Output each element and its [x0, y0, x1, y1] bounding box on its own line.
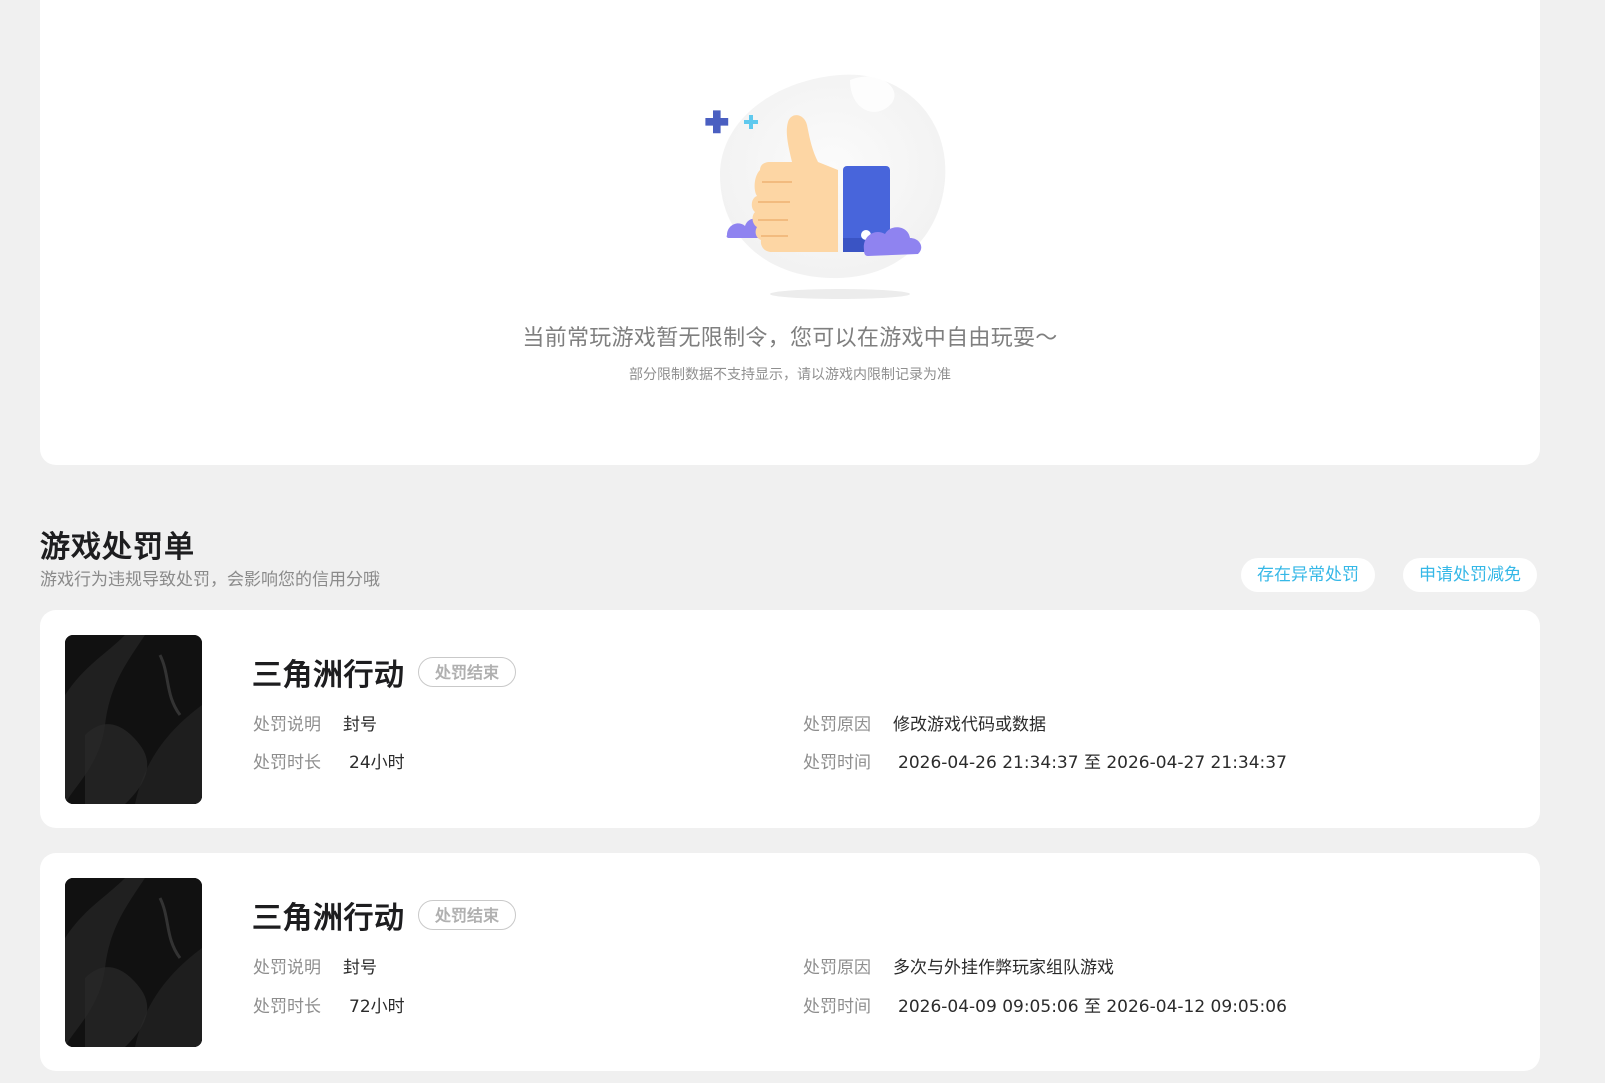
description-value: 封号 — [343, 958, 377, 978]
description-label: 处罚说明 — [253, 715, 321, 735]
duration-value: 72小时 — [349, 997, 405, 1017]
description-value: 封号 — [343, 715, 377, 735]
duration-value: 24小时 — [349, 753, 405, 773]
abnormal-punishment-button[interactable]: 存在异常处罚 — [1241, 558, 1375, 592]
reason-label: 处罚原因 — [803, 715, 871, 735]
game-cover-image — [65, 878, 202, 1047]
empty-state-card: 当前常玩游戏暂无限制令，您可以在游戏中自由玩耍～ 部分限制数据不支持显示，请以游… — [40, 0, 1540, 465]
time-value: 2026-04-26 21:34:37 至 2026-04-27 21:34:3… — [898, 753, 1287, 773]
section-subtitle: 游戏行为违规导致处罚，会影响您的信用分哦 — [40, 570, 380, 590]
time-label: 处罚时间 — [803, 997, 871, 1017]
time-label: 处罚时间 — [803, 753, 871, 773]
duration-label: 处罚时长 — [253, 753, 321, 773]
reason-label: 处罚原因 — [803, 958, 871, 978]
description-label: 处罚说明 — [253, 958, 321, 978]
reason-value: 修改游戏代码或数据 — [893, 715, 1046, 735]
status-badge: 处罚结束 — [418, 657, 517, 687]
time-value: 2026-04-09 09:05:06 至 2026-04-12 09:05:0… — [898, 997, 1287, 1017]
game-name: 三角洲行动 — [252, 901, 405, 936]
game-name: 三角洲行动 — [252, 658, 405, 693]
section-title: 游戏处罚单 — [40, 530, 195, 565]
apply-reduction-button[interactable]: 申请处罚减免 — [1403, 558, 1537, 592]
status-badge: 处罚结束 — [418, 900, 517, 930]
duration-label: 处罚时长 — [253, 997, 321, 1017]
thumbs-up-illustration — [705, 74, 946, 299]
reason-value: 多次与外挂作弊玩家组队游戏 — [893, 958, 1114, 978]
empty-state-title: 当前常玩游戏暂无限制令，您可以在游戏中自由玩耍～ — [522, 326, 1058, 351]
empty-state-subtitle: 部分限制数据不支持显示，请以游戏内限制记录为准 — [629, 367, 951, 383]
game-cover-image — [65, 635, 202, 804]
